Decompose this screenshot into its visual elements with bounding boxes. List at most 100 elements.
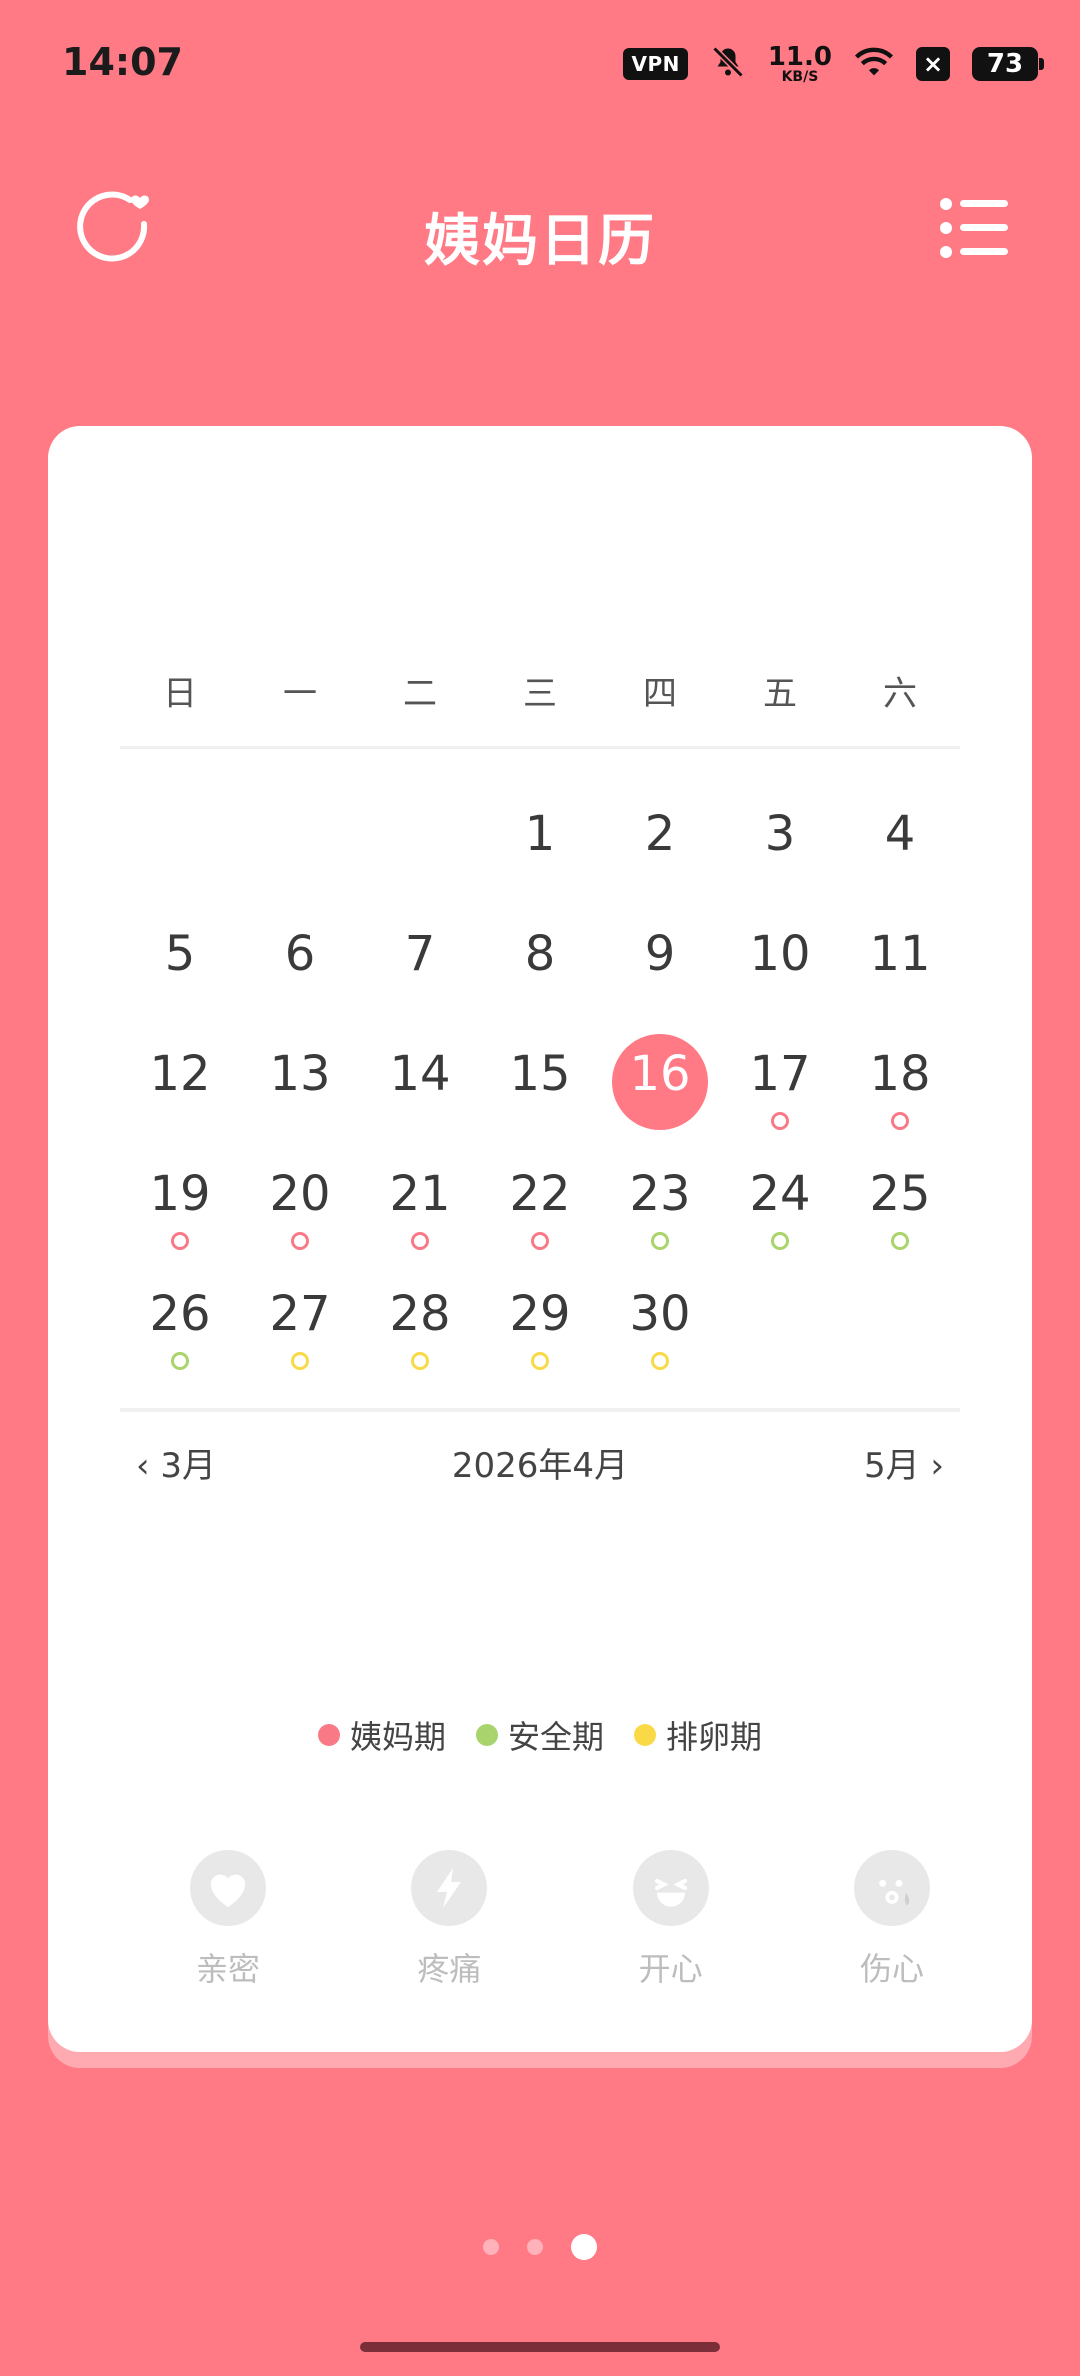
calendar-day[interactable]: 18 bbox=[840, 1026, 960, 1146]
calendar-day[interactable]: 19 bbox=[120, 1146, 240, 1266]
calendar-day[interactable]: 15 bbox=[480, 1026, 600, 1146]
calendar-day[interactable]: 22 bbox=[480, 1146, 600, 1266]
legend-item: 安全期 bbox=[475, 1712, 604, 1758]
calendar-day[interactable]: 30 bbox=[600, 1266, 720, 1386]
home-indicator[interactable] bbox=[360, 2342, 720, 2352]
cycle-marker-yellow bbox=[411, 1352, 429, 1370]
calendar-empty-cell bbox=[360, 786, 480, 906]
network-speed: 11.0 KB/S bbox=[767, 42, 832, 85]
list-menu-icon[interactable] bbox=[938, 196, 1010, 260]
calendar-day[interactable]: 20 bbox=[240, 1146, 360, 1266]
day-number: 19 bbox=[149, 1166, 211, 1222]
calendar-card: 日 一 二 三 四 五 六 1 2 3 4 5 6 7 8 9 10 11 12 13 14 15 16 17 1… bbox=[48, 426, 1032, 2052]
day-number: 24 bbox=[749, 1166, 811, 1222]
status-icons: VPN 11.0 KB/S × 73 bbox=[623, 42, 1044, 85]
calendar-day[interactable]: 24 bbox=[720, 1146, 840, 1266]
legend: 姨妈期 安全期 排卵期 bbox=[48, 1712, 1032, 1758]
day-number: 23 bbox=[629, 1166, 691, 1222]
next-month-button[interactable]: 5月 › bbox=[864, 1438, 944, 1487]
calendar-day[interactable]: 29 bbox=[480, 1266, 600, 1386]
chevron-right-icon: › bbox=[930, 1446, 944, 1486]
calendar-empty-cell bbox=[840, 1266, 960, 1386]
cycle-marker-yellow bbox=[291, 1352, 309, 1370]
calendar-week-row: 5 6 7 8 9 10 11 bbox=[120, 906, 960, 1026]
calendar-day-today[interactable]: 16 bbox=[600, 1026, 720, 1146]
calendar-day[interactable]: 2 bbox=[600, 786, 720, 906]
calendar-day[interactable]: 26 bbox=[120, 1266, 240, 1386]
calendar-day[interactable]: 12 bbox=[120, 1026, 240, 1146]
calendar-day[interactable]: 25 bbox=[840, 1146, 960, 1266]
status-bar: 14:07 VPN 11.0 KB/S × 73 bbox=[0, 0, 1080, 128]
cycle-marker-red bbox=[771, 1112, 789, 1130]
calendar-week-row: 12 13 14 15 16 17 18 bbox=[120, 1026, 960, 1146]
calendar-day[interactable]: 11 bbox=[840, 906, 960, 1026]
day-number: 11 bbox=[869, 926, 931, 982]
day-number: 13 bbox=[269, 1046, 331, 1102]
cycle-marker-red bbox=[411, 1232, 429, 1250]
app-header: 姨妈日历 bbox=[0, 180, 1080, 280]
calendar-day[interactable]: 23 bbox=[600, 1146, 720, 1266]
calendar-grid: 1 2 3 4 5 6 7 8 9 10 11 12 13 14 15 16 17 18 19 20 21 22 23 24 2… bbox=[120, 786, 960, 1386]
weekday-label: 三 bbox=[523, 674, 557, 714]
mood-happy-button[interactable]: 开心 bbox=[611, 1850, 731, 1990]
calendar-week-row: 26 27 28 29 30 bbox=[120, 1266, 960, 1386]
legend-dot-ovulation bbox=[634, 1724, 656, 1746]
battery-indicator: 73 bbox=[972, 47, 1044, 81]
heart-icon bbox=[190, 1850, 266, 1926]
cycle-marker-yellow bbox=[531, 1352, 549, 1370]
mood-sad-button[interactable]: 伤心 bbox=[832, 1850, 952, 1990]
mood-pain-button[interactable]: 疼痛 bbox=[389, 1850, 509, 1990]
mute-bell-icon bbox=[710, 44, 746, 84]
calendar-day[interactable]: 7 bbox=[360, 906, 480, 1026]
sad-face-icon bbox=[853, 1850, 930, 1926]
weekday-label: 二 bbox=[403, 674, 437, 714]
month-navigation: ‹ 3月 2026年4月 5月 › bbox=[120, 1438, 960, 1488]
calendar-week-row: 19 20 21 22 23 24 25 bbox=[120, 1146, 960, 1266]
calendar-day[interactable]: 21 bbox=[360, 1146, 480, 1266]
day-number: 6 bbox=[284, 926, 316, 982]
calendar-day[interactable]: 13 bbox=[240, 1026, 360, 1146]
legend-item: 排卵期 bbox=[634, 1712, 762, 1758]
calendar-day[interactable]: 5 bbox=[120, 906, 240, 1026]
calendar-day[interactable]: 3 bbox=[720, 786, 840, 906]
calendar-day[interactable]: 27 bbox=[240, 1266, 360, 1386]
day-number: 4 bbox=[884, 806, 916, 862]
day-number: 2 bbox=[644, 806, 676, 862]
cycle-marker-red bbox=[891, 1112, 909, 1130]
day-number: 25 bbox=[869, 1166, 931, 1222]
weekday-header: 日 一 二 三 四 五 六 bbox=[120, 666, 960, 715]
mood-bar: 亲密 疼痛 开心 伤心 bbox=[120, 1850, 1000, 1990]
cycle-marker-green bbox=[771, 1232, 789, 1250]
day-number: 18 bbox=[869, 1046, 931, 1102]
day-number: 29 bbox=[509, 1286, 571, 1342]
weekday-label: 日 bbox=[163, 674, 197, 714]
calendar-day[interactable]: 6 bbox=[240, 906, 360, 1026]
calendar-day[interactable]: 1 bbox=[480, 786, 600, 906]
page-indicator bbox=[0, 2234, 1080, 2260]
calendar-day[interactable]: 10 bbox=[720, 906, 840, 1026]
page-dot[interactable] bbox=[483, 2239, 499, 2255]
mood-intimate-button[interactable]: 亲密 bbox=[168, 1850, 288, 1990]
calendar-day[interactable]: 17 bbox=[720, 1026, 840, 1146]
day-number: 26 bbox=[149, 1286, 211, 1342]
weekday-label: 四 bbox=[643, 674, 677, 714]
calendar-day[interactable]: 28 bbox=[360, 1266, 480, 1386]
cycle-marker-green bbox=[171, 1352, 189, 1370]
calendar-day[interactable]: 4 bbox=[840, 786, 960, 906]
day-number: 27 bbox=[269, 1286, 331, 1342]
day-number: 20 bbox=[269, 1166, 331, 1222]
status-time: 14:07 bbox=[62, 40, 183, 84]
weekday-label: 六 bbox=[883, 674, 917, 714]
close-notification-icon: × bbox=[916, 47, 950, 81]
current-month-label: 2026年4月 bbox=[451, 1446, 629, 1486]
weekday-label: 五 bbox=[763, 674, 797, 714]
divider bbox=[120, 1408, 960, 1412]
calendar-day[interactable]: 8 bbox=[480, 906, 600, 1026]
page-dot-active[interactable] bbox=[571, 2234, 597, 2260]
legend-dot-period bbox=[317, 1724, 340, 1746]
page-dot[interactable] bbox=[527, 2239, 543, 2255]
calendar-day[interactable]: 14 bbox=[360, 1026, 480, 1146]
day-number: 9 bbox=[644, 926, 676, 982]
lightning-icon bbox=[411, 1850, 488, 1926]
calendar-day[interactable]: 9 bbox=[600, 906, 720, 1026]
